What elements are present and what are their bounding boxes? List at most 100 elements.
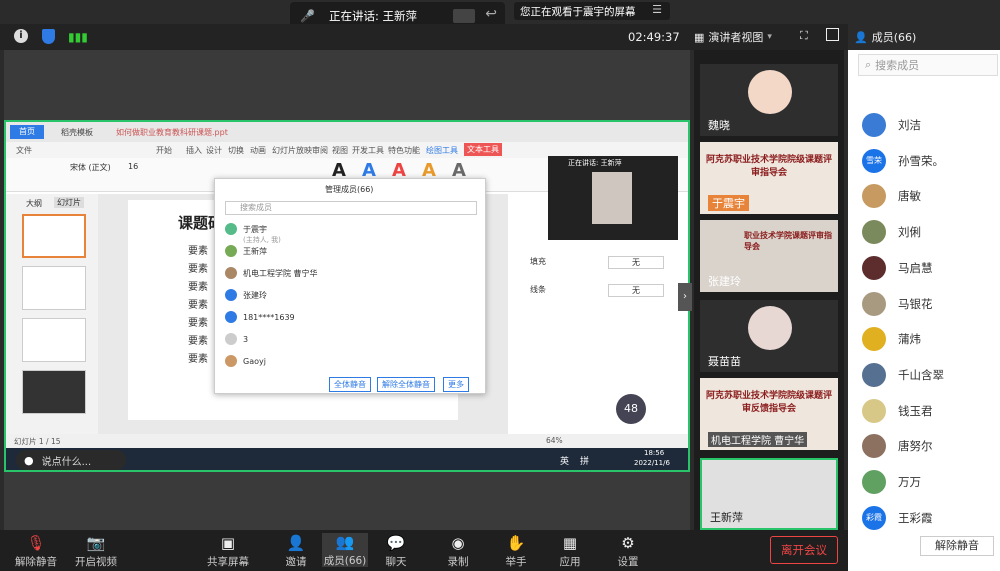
share-icon: ▣ bbox=[220, 534, 236, 552]
floating-video[interactable]: 正在讲话: 王新萍 bbox=[548, 156, 678, 240]
unmute-all-button[interactable]: 解除静音 bbox=[920, 536, 994, 556]
signal-icon[interactable]: ▮▮▮ bbox=[68, 30, 88, 44]
line-value[interactable]: 无 bbox=[608, 284, 664, 297]
collapse-arrow-icon[interactable]: › bbox=[678, 283, 692, 311]
member-row[interactable]: 钱玉君 bbox=[862, 398, 933, 424]
timer: 02:49:37 bbox=[628, 30, 680, 44]
member-row[interactable]: 蒲炜 bbox=[862, 326, 921, 352]
leave-button[interactable]: 离开会议 bbox=[770, 536, 838, 564]
member-row[interactable]: 雪荣 孙雪荣。 bbox=[862, 148, 944, 174]
menu-item[interactable]: 开发工具 bbox=[352, 145, 384, 156]
panel-member-row[interactable]: 王新萍 bbox=[225, 245, 267, 257]
member-search-input[interactable]: ⌕ 搜索成员 bbox=[858, 54, 998, 76]
member-name: 唐努尔 bbox=[898, 439, 933, 454]
member-row[interactable]: 马启慧 bbox=[862, 255, 933, 281]
video-tile-active[interactable]: 王新萍 bbox=[700, 458, 838, 530]
tab-ppt[interactable]: 如何做职业教育教科研课题.ppt bbox=[116, 127, 228, 138]
tab-home[interactable]: 首页 bbox=[10, 125, 44, 139]
info-icon[interactable]: i bbox=[14, 29, 28, 43]
tile-banner: 阿克苏职业技术学院院级课题评审反馈指导会 bbox=[705, 391, 832, 414]
menu-item[interactable]: 动画 bbox=[250, 145, 266, 156]
tab-template[interactable]: 稻壳模板 bbox=[61, 127, 93, 138]
members-button[interactable]: 👥 成员(66) bbox=[322, 533, 368, 567]
panel-member-row[interactable]: 机电工程学院 曹宁华 bbox=[225, 267, 318, 279]
slides-tab[interactable]: 幻灯片 bbox=[54, 197, 84, 208]
toolbar-button-share[interactable]: ▣ 共享屏幕 bbox=[206, 534, 250, 569]
video-tile[interactable]: 聂苗苗 bbox=[700, 300, 838, 372]
member-row[interactable]: 马银花 bbox=[862, 291, 933, 317]
menu-item[interactable]: 特色功能 bbox=[388, 145, 420, 156]
chevron-down-icon: ▾ bbox=[767, 32, 772, 42]
panel-member-row[interactable]: 3 bbox=[225, 333, 248, 345]
menu-item[interactable]: 绘图工具 bbox=[426, 145, 458, 156]
toolbar-label: 聊天 bbox=[385, 556, 407, 568]
member-row[interactable]: 彩霞 王彩霞 bbox=[862, 505, 933, 531]
sidebar-toggle-icon[interactable] bbox=[826, 28, 839, 41]
grid-icon: ▦ bbox=[694, 30, 705, 44]
toolbar-button-apps[interactable]: ▦ 应用 bbox=[548, 534, 592, 569]
member-row[interactable]: 唐努尔 bbox=[862, 433, 933, 459]
taskbar-date: 2022/11/6 bbox=[634, 459, 670, 467]
slide-thumb[interactable] bbox=[22, 370, 86, 414]
slide-thumb[interactable] bbox=[22, 266, 86, 310]
member-row[interactable]: 刘俐 bbox=[862, 219, 921, 245]
toolbar-button-record[interactable]: ◉ 录制 bbox=[436, 534, 480, 569]
member-row[interactable]: 千山含翠 bbox=[862, 362, 944, 388]
video-tile[interactable]: 阿克苏职业技术学院院级课题评审反馈指导会 机电工程学院 曹宁华 bbox=[700, 378, 838, 450]
viewing-label: 您正在观看于震宇的屏幕 bbox=[520, 5, 636, 18]
shared-screen[interactable]: 首页 稻壳模板 如何做职业教育教科研课题.ppt 文件 开始 插入 设计 切换 … bbox=[4, 120, 690, 472]
comment-box[interactable]: ● 说点什么... bbox=[16, 450, 126, 470]
menu-item[interactable]: 设计 bbox=[206, 145, 222, 156]
toolbar-button-mic-off[interactable]: 🎙 解除静音 bbox=[14, 534, 58, 569]
more-button[interactable]: 更多 bbox=[443, 377, 469, 392]
slide-thumb[interactable] bbox=[22, 214, 86, 258]
shield-icon[interactable] bbox=[42, 29, 55, 44]
menu-item[interactable]: 视图 bbox=[332, 145, 348, 156]
fill-value[interactable]: 无 bbox=[608, 256, 664, 269]
avatar bbox=[748, 306, 792, 350]
view-mode-button[interactable]: ▦ 演讲者视图 ▾ bbox=[694, 27, 786, 47]
member-panel-search[interactable]: 搜索成员 bbox=[225, 201, 477, 215]
panel-member-row[interactable]: 于震宇 bbox=[225, 223, 267, 235]
toolbar-button-chat[interactable]: 💬 聊天 bbox=[374, 534, 418, 569]
mute-all-button[interactable]: 全体静音 bbox=[329, 377, 371, 392]
member-panel-title: 管理成员(66) bbox=[325, 185, 374, 194]
member-row[interactable]: 万万 bbox=[862, 469, 921, 495]
ime-pinyin[interactable]: 拼 bbox=[580, 454, 589, 467]
panel-member-row[interactable]: 张建玲 bbox=[225, 289, 267, 301]
panel-member-name: 于震宇 bbox=[243, 224, 267, 234]
unmute-all-panel-button[interactable]: 解除全体静音 bbox=[377, 377, 435, 392]
back-arrow-icon[interactable]: ↩ bbox=[485, 6, 497, 22]
member-name: 孙雪荣。 bbox=[898, 153, 944, 168]
menu-icon[interactable]: ☰ bbox=[652, 3, 662, 16]
toolbar-label: 录制 bbox=[447, 556, 469, 568]
font-size[interactable]: 16 bbox=[128, 162, 138, 171]
menu-item[interactable]: 开始 bbox=[156, 145, 172, 156]
panel-member-row[interactable]: 181****1639 bbox=[225, 311, 295, 323]
panel-member-row[interactable]: Gaoyj bbox=[225, 355, 266, 367]
toolbar-button-camera-off[interactable]: 📷 开启视频 bbox=[74, 534, 118, 569]
font-name[interactable]: 宋体 (正文) bbox=[70, 162, 111, 173]
zoom-level[interactable]: 64% bbox=[546, 436, 563, 445]
menu-item[interactable]: 文本工具 bbox=[464, 143, 502, 156]
fullscreen-icon[interactable]: ⛶ bbox=[800, 29, 808, 43]
menu-item[interactable]: 审阅 bbox=[312, 145, 328, 156]
video-tile[interactable]: 职业技术学院课题评审指导会 张建玲 bbox=[700, 220, 838, 292]
member-name: 刘洁 bbox=[898, 118, 921, 132]
toolbar-button-gear[interactable]: ⚙ 设置 bbox=[606, 534, 650, 569]
line-label: 线条 bbox=[530, 285, 546, 294]
member-row[interactable]: 刘洁 bbox=[862, 112, 921, 138]
member-row[interactable]: 唐敏 bbox=[862, 183, 921, 209]
toolbar-button-invite[interactable]: 👤 邀请 bbox=[274, 534, 318, 569]
video-tile[interactable]: 魏晓 bbox=[700, 64, 838, 136]
ime-english[interactable]: 英 bbox=[560, 454, 569, 467]
toolbar-button-hand[interactable]: ✋ 举手 bbox=[494, 534, 538, 569]
menu-item[interactable]: 插入 bbox=[186, 145, 202, 156]
slide-thumb[interactable] bbox=[22, 318, 86, 362]
menu-item[interactable]: 幻灯片放映 bbox=[272, 145, 312, 156]
outline-tab[interactable]: 大纲 bbox=[26, 198, 42, 209]
float-speaking-label: 正在讲话: 王新萍 bbox=[568, 159, 622, 167]
menu-item[interactable]: 切换 bbox=[228, 145, 244, 156]
video-tile[interactable]: 阿克苏职业技术学院院级课题评审指导会 于震宇 bbox=[700, 142, 838, 214]
menu-item[interactable]: 文件 bbox=[16, 145, 32, 156]
